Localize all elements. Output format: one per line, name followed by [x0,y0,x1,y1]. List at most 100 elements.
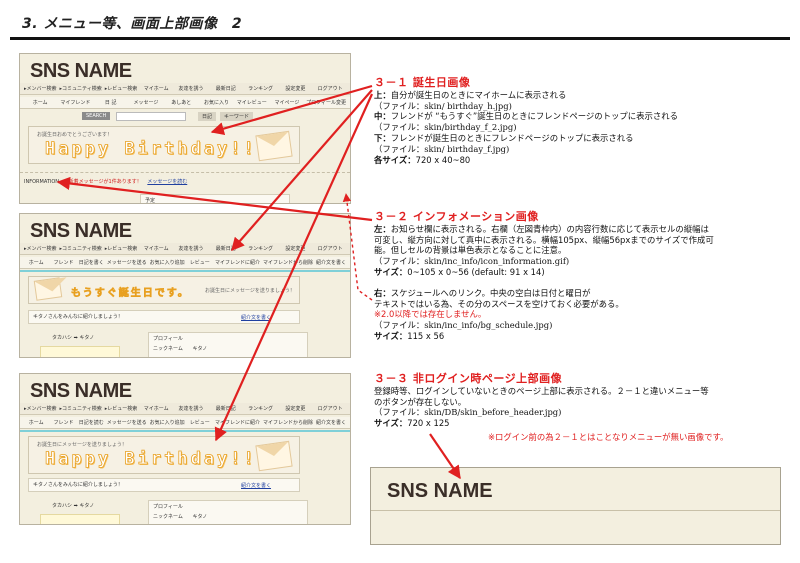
nav-item[interactable]: ログアウト [314,245,346,252]
nav-item[interactable]: ▸メンバー検索 [24,405,57,412]
banner-headline: Happy Birthday!! [45,139,257,160]
logged-out-header-preview: SNS NAME [370,467,781,545]
nav-item[interactable]: 紹介文を書く [316,259,346,266]
nav-item[interactable]: ホーム [24,419,48,426]
nav-item[interactable]: フレンド [51,419,75,426]
banner-caption: お誕生日にメッセージを送りましょう！ [205,288,295,294]
intro-box: キタノさんをみんなに紹介しましょう！ 紹介文を書く [28,310,300,324]
label-right: 右： [374,287,391,298]
nav-item[interactable]: メッセージ [130,99,162,106]
mock-screenshot-friend-birthday: SNS NAME ▸メンバー検索 ▸コミュニティ検索 ▸レビュー検索 マイホーム… [19,373,351,525]
nav-item[interactable]: マイホーム [140,245,172,252]
nav-item[interactable]: ▸メンバー検索 [24,85,57,92]
nav-item[interactable]: あしあと [165,99,197,106]
nav-item[interactable]: ログアウト [314,405,346,412]
file-path: （ファイル：skin/ birthday_h.jpg) [374,100,512,111]
nav-item[interactable]: お気に入り [200,99,232,106]
mock-screenshot-friend-soon: SNS NAME ▸メンバー検索 ▸コミュニティ検索 ▸レビュー検索 マイホーム… [19,213,351,358]
nickname-label: ニックネーム [153,346,183,352]
search-diary-tab[interactable]: 日記 [198,112,217,121]
section-title: ３－１ 誕生日画像 [374,76,471,89]
nav-item[interactable]: ▸レビュー検索 [105,405,138,412]
file-path: （ファイル：skin/DB/skin_before_header.jpg) [374,407,562,418]
nickname-label: ニックネーム [153,514,183,520]
label-size: サイズ： [374,418,408,429]
label-size: 各サイズ： [374,154,416,165]
header-divider [371,510,780,511]
search-keyword-tab[interactable]: キーワード [220,112,254,121]
nav-item[interactable]: レビュー [188,419,212,426]
nav-item[interactable]: 日記を読む [79,419,104,426]
envelope-icon [33,277,63,301]
file-path: （ファイル：skin/ birthday_f.jpg) [374,143,510,154]
nav-item[interactable]: メッセージを送る [107,259,147,266]
page-title: 3. メニュー等、画面上部画像 2 [22,16,243,32]
birthday-soon-banner: もうすぐ誕生日です。 お誕生日にメッセージを送りましょう！ [28,276,300,304]
profile-title: プロフィール [153,336,183,342]
nav-item[interactable]: 設定変更 [279,405,311,412]
nav-item[interactable]: プロフィール変更 [306,99,346,106]
size-value: 115 x 56 [407,330,445,341]
nav-item[interactable]: 設定変更 [279,245,311,252]
nav-item[interactable]: フレンド [51,259,75,266]
search-label: SEARCH [82,112,111,120]
nav-item[interactable]: ▸コミュニティ検索 [60,85,102,92]
avatar-placeholder [40,514,120,524]
nav-item[interactable]: ▸レビュー検索 [105,85,138,92]
nav-item[interactable]: 友達を誘う [175,245,207,252]
banner-headline: もうすぐ誕生日です。 [71,288,190,300]
nav-item[interactable]: 最新日記 [210,405,242,412]
nav-item[interactable]: ▸メンバー検索 [24,245,57,252]
read-message-link[interactable]: メッセージを読む [147,179,187,185]
nav-item[interactable]: マイホーム [140,85,172,92]
nav-item[interactable]: ▸コミュニティ検索 [60,245,102,252]
nav-item[interactable]: ログアウト [314,85,346,92]
nav-item[interactable]: マイホーム [140,405,172,412]
nav-item[interactable]: 友達を誘う [175,405,207,412]
nav-item[interactable]: マイフレンドに紹介 [215,259,260,266]
file-path: （ファイル：skin/inc_info/bg_schedule.jpg) [374,320,553,331]
nav-item[interactable]: マイフレンド [59,99,91,106]
nav-item[interactable]: マイフレンドから削除 [263,259,313,266]
nav-item[interactable]: 最新日記 [210,85,242,92]
nav-item[interactable]: メッセージを送る [107,419,147,426]
nav-item[interactable]: レビュー [188,259,212,266]
birthday-today-banner: お誕生日にメッセージを送りましょう！ Happy Birthday!! [28,436,300,474]
note-text: スケジュールへのリンク。中央の空白は日付と曜日が [390,287,591,298]
nav-item[interactable]: ホーム [24,99,56,106]
nickname-value: キタノ [192,514,208,520]
deprecation-note: ※2.0以降では存在しません。 [374,309,487,320]
nav-item[interactable]: 日記を書く [79,259,104,266]
write-intro-link[interactable]: 紹介文を書く [241,482,271,489]
nav-item[interactable]: 日 記 [95,99,127,106]
nav-item[interactable]: ランキング [245,85,277,92]
nav-item[interactable]: ▸コミュニティ検索 [60,405,102,412]
nav-item[interactable]: ホーム [24,259,48,266]
nav-item[interactable]: ▸レビュー検索 [105,245,138,252]
birthday-banner: お誕生日おめでとうございます！ Happy Birthday!! [28,126,300,164]
nav-item[interactable]: ランキング [245,245,277,252]
search-input[interactable] [116,112,186,121]
write-intro-link[interactable]: 紹介文を書く [241,314,271,321]
main-nav: ホーム フレンド 日記を読む メッセージを送る お気に入り追加 レビュー マイフ… [20,417,350,429]
main-nav: ホーム フレンド 日記を書く メッセージを送る お気に入り追加 レビュー マイフ… [20,257,350,269]
note-information-images: ３－２ インフォメーション画像 左：お知らせ欄に表示される。右欄（左図青枠内）の… [374,211,714,342]
nav-item[interactable]: お気に入り追加 [150,259,185,266]
nav-item[interactable]: 最新日記 [210,245,242,252]
nav-item[interactable]: マイレビュー [236,99,268,106]
note-text: お知らせ欄に表示される。右欄（左図青枠内）の内容行数に応じて表示セルの縦幅は [390,223,709,234]
information-bar: INFORMATION 新着メッセージが1件あります！ メッセージを読む [20,172,350,188]
nav-item[interactable]: ランキング [245,405,277,412]
label-middle: 中： [374,111,391,122]
nav-item[interactable]: マイページ [271,99,303,106]
nav-item[interactable]: マイフレンドに紹介 [215,419,260,426]
nav-item[interactable]: 設定変更 [279,85,311,92]
note-text: テキストではいる為、その分のスペースを空けておく必要がある。 [374,298,624,309]
nav-item[interactable]: 紹介文を書く [316,419,346,426]
label-top: 上： [374,89,391,100]
nav-item[interactable]: お気に入り追加 [150,419,185,426]
note-text: 登録時等、ログインしていないときのページ上部に表示される。２－１と違いメニュー等 [374,385,709,396]
nav-item[interactable]: マイフレンドから削除 [263,419,313,426]
nav-item[interactable]: 友達を誘う [175,85,207,92]
avatar-placeholder [40,346,120,357]
